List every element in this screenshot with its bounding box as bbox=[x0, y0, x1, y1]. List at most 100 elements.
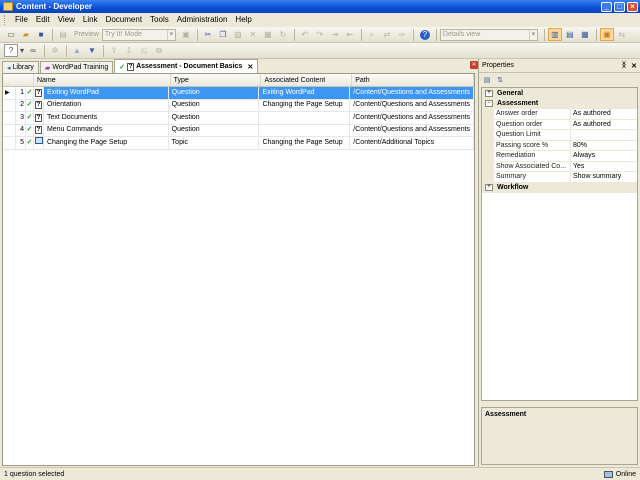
menu-tools[interactable]: Tools bbox=[146, 13, 173, 27]
cell-type: Question bbox=[169, 99, 260, 112]
cell-associated-content[interactable] bbox=[259, 124, 351, 137]
table-row[interactable]: 2 ✓ ? Orientation Question Changing the … bbox=[3, 99, 475, 112]
copy-icon[interactable]: ❐ bbox=[216, 28, 230, 41]
link-sync-icon[interactable]: ⇆ bbox=[615, 28, 629, 41]
link-icon[interactable]: ∞ bbox=[26, 44, 40, 57]
property-value[interactable] bbox=[571, 130, 637, 140]
property-value[interactable]: 80% bbox=[571, 141, 637, 151]
cell-name[interactable]: Exiting WordPad bbox=[43, 86, 169, 99]
pin-icon[interactable]: ᛝ bbox=[622, 62, 626, 70]
cell-name[interactable]: Orientation bbox=[44, 99, 169, 112]
cell-name[interactable]: Menu Commands bbox=[44, 124, 169, 137]
move-up-icon[interactable]: ▲ bbox=[70, 44, 84, 57]
column-header-associated-content[interactable]: Associated Content bbox=[261, 74, 353, 86]
undo-icon[interactable]: ↶ bbox=[298, 28, 312, 41]
redo-icon[interactable]: ↷ bbox=[313, 28, 327, 41]
property-row[interactable]: Answer order As authored bbox=[482, 109, 637, 120]
table-row[interactable]: 3 ✓ ? Text Documents Question /Content/Q… bbox=[3, 111, 475, 125]
tab-assessment-document-basics[interactable]: ✓ ? Assessment - Document Basics ✕ bbox=[114, 59, 259, 73]
indent-icon[interactable]: ⇥ bbox=[328, 28, 342, 41]
preview-button[interactable]: Preview bbox=[71, 31, 102, 38]
menu-edit[interactable]: Edit bbox=[32, 13, 54, 27]
layout-split-icon[interactable]: ▤ bbox=[563, 28, 577, 41]
alphabetical-sort-icon[interactable]: ⇅ bbox=[495, 75, 505, 85]
close-pane-icon[interactable]: ✕ bbox=[631, 62, 637, 70]
row-number: 2 bbox=[16, 99, 26, 112]
replace-icon[interactable]: ⇄ bbox=[380, 28, 394, 41]
property-row[interactable]: Passing score % 80% bbox=[482, 140, 637, 151]
property-row[interactable]: Summary Show summary bbox=[482, 172, 637, 183]
property-value[interactable]: Always bbox=[571, 151, 637, 161]
column-header-path[interactable]: Path bbox=[352, 74, 474, 86]
expand-icon[interactable]: + bbox=[485, 89, 493, 97]
layout-columns-icon[interactable]: ▦ bbox=[578, 28, 592, 41]
collapse-icon[interactable]: − bbox=[485, 100, 493, 108]
insert-question-icon[interactable]: ? bbox=[4, 44, 18, 57]
menu-file[interactable]: File bbox=[11, 13, 32, 27]
layout-details-icon[interactable]: ▥ bbox=[547, 28, 562, 41]
table-row[interactable]: ▶ 1 ✓ ? Exiting WordPad Question Exiting… bbox=[3, 86, 475, 100]
cell-associated-content[interactable] bbox=[259, 111, 351, 124]
close-tab-icon[interactable]: ✕ bbox=[244, 63, 253, 71]
properties-pane-icon[interactable]: ▣ bbox=[599, 28, 614, 41]
property-row[interactable]: Question order As authored bbox=[482, 119, 637, 130]
settings-icon[interactable]: ✲ bbox=[48, 44, 62, 57]
maximize-button[interactable]: □ bbox=[614, 1, 625, 12]
publish-icon[interactable]: ▣ bbox=[179, 28, 193, 41]
property-value[interactable]: As authored bbox=[571, 109, 637, 119]
cut-icon[interactable]: ✂ bbox=[201, 28, 215, 41]
property-row[interactable]: Question Limit bbox=[482, 130, 637, 141]
link-icon[interactable]: ∞ bbox=[395, 28, 409, 41]
property-value[interactable]: Yes bbox=[571, 162, 637, 172]
properties-icon[interactable]: ▦ bbox=[261, 28, 275, 41]
cell-name[interactable]: Text Documents bbox=[44, 111, 169, 124]
delete-icon[interactable]: ✕ bbox=[246, 28, 260, 41]
property-row[interactable]: Remediation Always bbox=[482, 151, 637, 162]
property-value[interactable]: Show summary bbox=[571, 172, 637, 182]
category-assessment[interactable]: − Assessment bbox=[482, 98, 637, 109]
preview-icon[interactable]: ▤ bbox=[56, 28, 70, 41]
chevron-down-icon[interactable]: ▾ bbox=[19, 44, 25, 57]
table-row[interactable]: 4 ✓ ? Menu Commands Question /Content/Qu… bbox=[3, 124, 475, 137]
view-select[interactable]: Details view ▾ bbox=[439, 28, 538, 41]
menu-view[interactable]: View bbox=[54, 13, 79, 27]
paste-icon[interactable]: ▨ bbox=[231, 28, 245, 41]
minimize-button[interactable]: _ bbox=[601, 1, 612, 12]
expand-icon[interactable]: + bbox=[485, 184, 493, 192]
close-button[interactable]: × bbox=[627, 1, 638, 12]
help-icon[interactable]: ? bbox=[419, 29, 430, 40]
properties-toolbar: ▤ ⇅ bbox=[479, 73, 640, 87]
open-icon[interactable]: ▰ bbox=[19, 28, 33, 41]
close-document-icon[interactable]: ✕ bbox=[470, 61, 478, 69]
menu-link[interactable]: Link bbox=[79, 13, 102, 27]
table-row[interactable]: 5 ✓ Changing the Page Setup Topic Changi… bbox=[3, 136, 475, 150]
cell-associated-content[interactable]: Changing the Page Setup bbox=[259, 136, 351, 149]
check-out-icon[interactable]: ⇩ bbox=[122, 44, 136, 57]
cell-associated-content[interactable]: Changing the Page Setup bbox=[259, 99, 351, 112]
cell-associated-content[interactable]: Exiting WordPad bbox=[259, 86, 351, 99]
column-header-name[interactable]: Name bbox=[34, 74, 171, 86]
tab-wordpad-training[interactable]: ▰ WordPad Training bbox=[39, 61, 114, 73]
history-icon[interactable]: ⎌ bbox=[137, 44, 151, 57]
find-icon[interactable]: ⌕ bbox=[365, 28, 379, 41]
outdent-icon[interactable]: ⇤ bbox=[343, 28, 357, 41]
property-row[interactable]: Show Associated Co... Yes bbox=[482, 161, 637, 172]
cell-name[interactable]: Changing the Page Setup bbox=[44, 136, 169, 149]
new-icon[interactable]: ▭ bbox=[4, 28, 18, 41]
mode-select[interactable]: Try It! Mode ▾ bbox=[101, 28, 176, 41]
category-workflow[interactable]: + Workflow bbox=[482, 182, 637, 193]
category-general[interactable]: + General bbox=[482, 88, 637, 99]
menu-help[interactable]: Help bbox=[231, 13, 255, 27]
menu-document[interactable]: Document bbox=[102, 13, 146, 27]
menu-administration[interactable]: Administration bbox=[173, 13, 232, 27]
refresh-icon[interactable]: ↻ bbox=[276, 28, 290, 41]
toolbar-separator bbox=[66, 44, 67, 57]
move-down-icon[interactable]: ▼ bbox=[85, 44, 99, 57]
column-header-type[interactable]: Type bbox=[171, 74, 262, 86]
check-in-icon[interactable]: ⇧ bbox=[107, 44, 121, 57]
property-value[interactable]: As authored bbox=[571, 120, 637, 130]
categorized-icon[interactable]: ▤ bbox=[482, 75, 492, 85]
save-icon[interactable]: ■ bbox=[34, 28, 48, 41]
compare-icon[interactable]: ⧉ bbox=[152, 44, 166, 57]
tab-library[interactable]: ◂ Library bbox=[2, 61, 39, 73]
